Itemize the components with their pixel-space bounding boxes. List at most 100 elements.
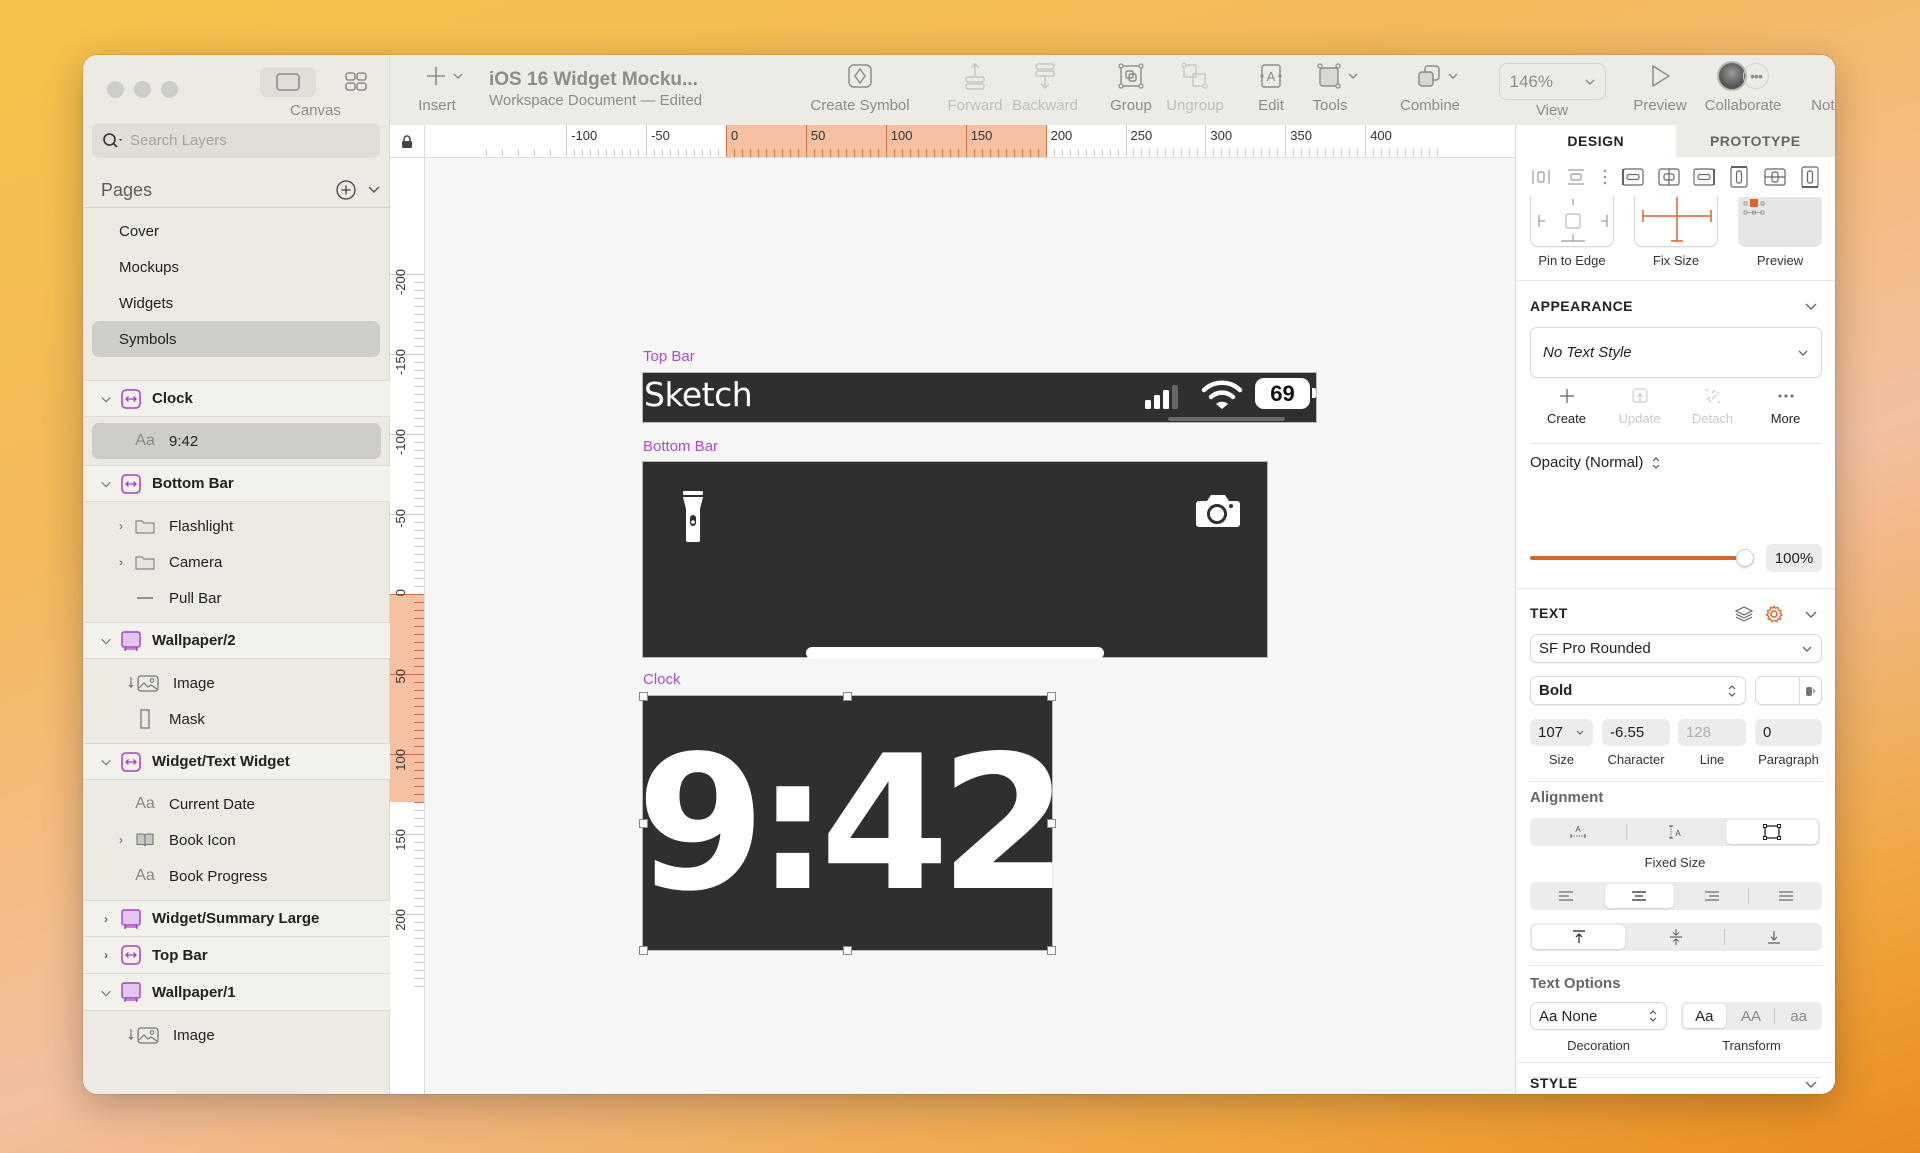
- layer-item-pull-bar[interactable]: Pull Bar: [83, 580, 390, 616]
- layer-item-image[interactable]: Image: [83, 665, 390, 701]
- text-align-justify-button[interactable]: [1751, 884, 1820, 908]
- page-item-symbols[interactable]: Symbols: [92, 321, 380, 357]
- ruler-lock-button[interactable]: [390, 125, 425, 157]
- layer-group-top-bar[interactable]: › Top Bar: [83, 937, 390, 974]
- transform-lowercase-button[interactable]: aa: [1777, 1004, 1820, 1028]
- text-align-left-button[interactable]: [1532, 884, 1601, 908]
- ungroup-button[interactable]: Ungroup: [1160, 55, 1230, 125]
- tab-design[interactable]: DESIGN: [1516, 125, 1676, 157]
- chevron-right-icon[interactable]: ›: [113, 519, 129, 533]
- layer-group-clock[interactable]: ⌵ Clock: [83, 380, 390, 417]
- page-item-widgets[interactable]: Widgets: [92, 285, 380, 321]
- chevron-down-icon[interactable]: ⌵: [98, 476, 114, 491]
- text-align-center-button[interactable]: [1604, 884, 1674, 908]
- artboard-top-bar[interactable]: Sketch 69: [643, 373, 1316, 422]
- layer-item-flashlight[interactable]: › Flashlight: [83, 508, 390, 544]
- chevron-down-icon[interactable]: ⌵: [98, 391, 114, 406]
- update-style-button[interactable]: Update: [1603, 387, 1676, 426]
- document-title-block[interactable]: iOS 16 Widget Mocku... Workspace Documen…: [489, 69, 702, 109]
- resize-handle-top[interactable]: [843, 692, 852, 701]
- tools-button[interactable]: Tools: [1307, 55, 1367, 125]
- create-style-button[interactable]: Create: [1530, 387, 1603, 426]
- resize-handle-left[interactable]: [639, 819, 648, 828]
- canvas[interactable]: Top Bar Sketch 69 Bottom Bar Clock 9:42: [425, 158, 1598, 1094]
- layer-group-summary-large[interactable]: › Widget/Summary Large: [83, 900, 390, 937]
- page-item-mockups[interactable]: Mockups: [92, 249, 380, 285]
- search-input[interactable]: [130, 132, 350, 149]
- text-color-well[interactable]: [1755, 676, 1822, 705]
- transform-uppercase-button[interactable]: AA: [1730, 1004, 1773, 1028]
- notifications-button[interactable]: 1 Notifications: [1802, 55, 1835, 125]
- pin-to-edge-control[interactable]: [1530, 197, 1614, 247]
- distribute-vertical-button[interactable]: [1565, 166, 1587, 188]
- chevron-down-icon[interactable]: [1804, 302, 1818, 311]
- resize-handle-top-left[interactable]: [639, 692, 648, 701]
- text-styles-layers-icon[interactable]: [1734, 605, 1754, 623]
- chevron-down-icon[interactable]: ⌵: [98, 754, 114, 769]
- combine-button[interactable]: Combine: [1400, 55, 1472, 125]
- align-left-button[interactable]: [1622, 166, 1644, 188]
- vertical-align-bottom-button[interactable]: [1727, 925, 1820, 949]
- more-style-options-button[interactable]: More: [1749, 387, 1822, 426]
- decoration-select[interactable]: Aa None: [1530, 1002, 1667, 1030]
- opacity-slider-thumb[interactable]: [1736, 549, 1754, 567]
- horizontal-ruler[interactable]: -100 -50 0 50 100 150 200 250 300 350 400: [390, 125, 1598, 158]
- insert-button[interactable]: Insert: [414, 55, 474, 125]
- color-swatch[interactable]: [1756, 677, 1799, 704]
- layer-item-mask[interactable]: Mask: [83, 701, 390, 737]
- transform-none-button[interactable]: Aa: [1683, 1004, 1726, 1028]
- search-layers[interactable]: [92, 123, 380, 158]
- zoom-window-button[interactable]: [161, 81, 178, 98]
- chevron-right-icon[interactable]: ›: [98, 912, 114, 926]
- auto-width-button[interactable]: A: [1532, 820, 1624, 844]
- add-page-button[interactable]: [335, 179, 357, 201]
- layer-group-bottom-bar[interactable]: ⌵ Bottom Bar: [83, 465, 390, 502]
- layer-item-book-icon[interactable]: › Book Icon: [83, 822, 390, 858]
- artboard-bottom-bar[interactable]: [643, 462, 1267, 659]
- resize-handle-top-right[interactable]: [1047, 692, 1056, 701]
- collaborate-button[interactable]: ••• Collaborate: [1698, 55, 1788, 125]
- resize-handle-bottom-left[interactable]: [639, 946, 648, 955]
- artboard-label-top-bar[interactable]: Top Bar: [643, 348, 695, 365]
- layer-group-wallpaper-1[interactable]: ⌵ Wallpaper/1: [83, 974, 390, 1011]
- preview-button[interactable]: Preview: [1630, 55, 1690, 125]
- font-size-input[interactable]: 107: [1530, 719, 1593, 746]
- text-style-select[interactable]: No Text Style: [1530, 327, 1822, 378]
- chevron-right-icon[interactable]: ›: [113, 555, 129, 569]
- color-picker-button[interactable]: [1799, 677, 1821, 704]
- tab-prototype[interactable]: PROTOTYPE: [1675, 125, 1835, 157]
- fixed-size-button[interactable]: [1725, 820, 1818, 844]
- artboard-clock[interactable]: 9:42: [636, 696, 1069, 950]
- layer-group-wallpaper-2[interactable]: ⌵ Wallpaper/2: [83, 622, 390, 659]
- fix-size-control[interactable]: [1634, 197, 1718, 247]
- line-height-input[interactable]: 128: [1678, 719, 1746, 746]
- vertical-align-top-button[interactable]: [1532, 925, 1625, 949]
- gear-icon[interactable]: [1764, 604, 1784, 624]
- layer-item-image[interactable]: Image: [83, 1017, 390, 1053]
- chevron-down-icon[interactable]: [1804, 610, 1818, 619]
- chevron-down-icon[interactable]: ⌵: [98, 633, 114, 648]
- more-align-options[interactable]: [1601, 166, 1609, 188]
- align-top-button[interactable]: [1728, 166, 1750, 188]
- chevron-down-icon[interactable]: ⌵: [98, 985, 114, 1000]
- edit-button[interactable]: A Edit: [1246, 55, 1296, 125]
- align-horizontal-center-button[interactable]: [1657, 166, 1680, 188]
- close-window-button[interactable]: [107, 81, 124, 98]
- artboard-label-bottom-bar[interactable]: Bottom Bar: [643, 438, 718, 455]
- paragraph-spacing-input[interactable]: 0: [1755, 719, 1822, 746]
- layer-item-book-progress[interactable]: Aa Book Progress: [83, 858, 390, 894]
- blend-mode-select[interactable]: Opacity (Normal): [1530, 454, 1661, 471]
- font-family-select[interactable]: SF Pro Rounded: [1530, 634, 1822, 663]
- align-vertical-center-button[interactable]: [1764, 166, 1786, 188]
- layer-group-text-widget[interactable]: ⌵ Widget/Text Widget: [83, 743, 390, 780]
- artboard-label-clock[interactable]: Clock: [643, 671, 681, 688]
- vertical-align-middle-button[interactable]: [1629, 925, 1722, 949]
- create-symbol-button[interactable]: Create Symbol: [805, 55, 915, 125]
- distribute-horizontal-button[interactable]: [1530, 166, 1552, 188]
- collapse-pages-button[interactable]: [367, 185, 381, 195]
- minimize-window-button[interactable]: [134, 81, 151, 98]
- clock-time-text[interactable]: 9:42: [636, 696, 1069, 950]
- resize-handle-right[interactable]: [1047, 819, 1056, 828]
- opacity-input[interactable]: 100%: [1766, 544, 1822, 572]
- canvas-view-button[interactable]: [260, 67, 316, 97]
